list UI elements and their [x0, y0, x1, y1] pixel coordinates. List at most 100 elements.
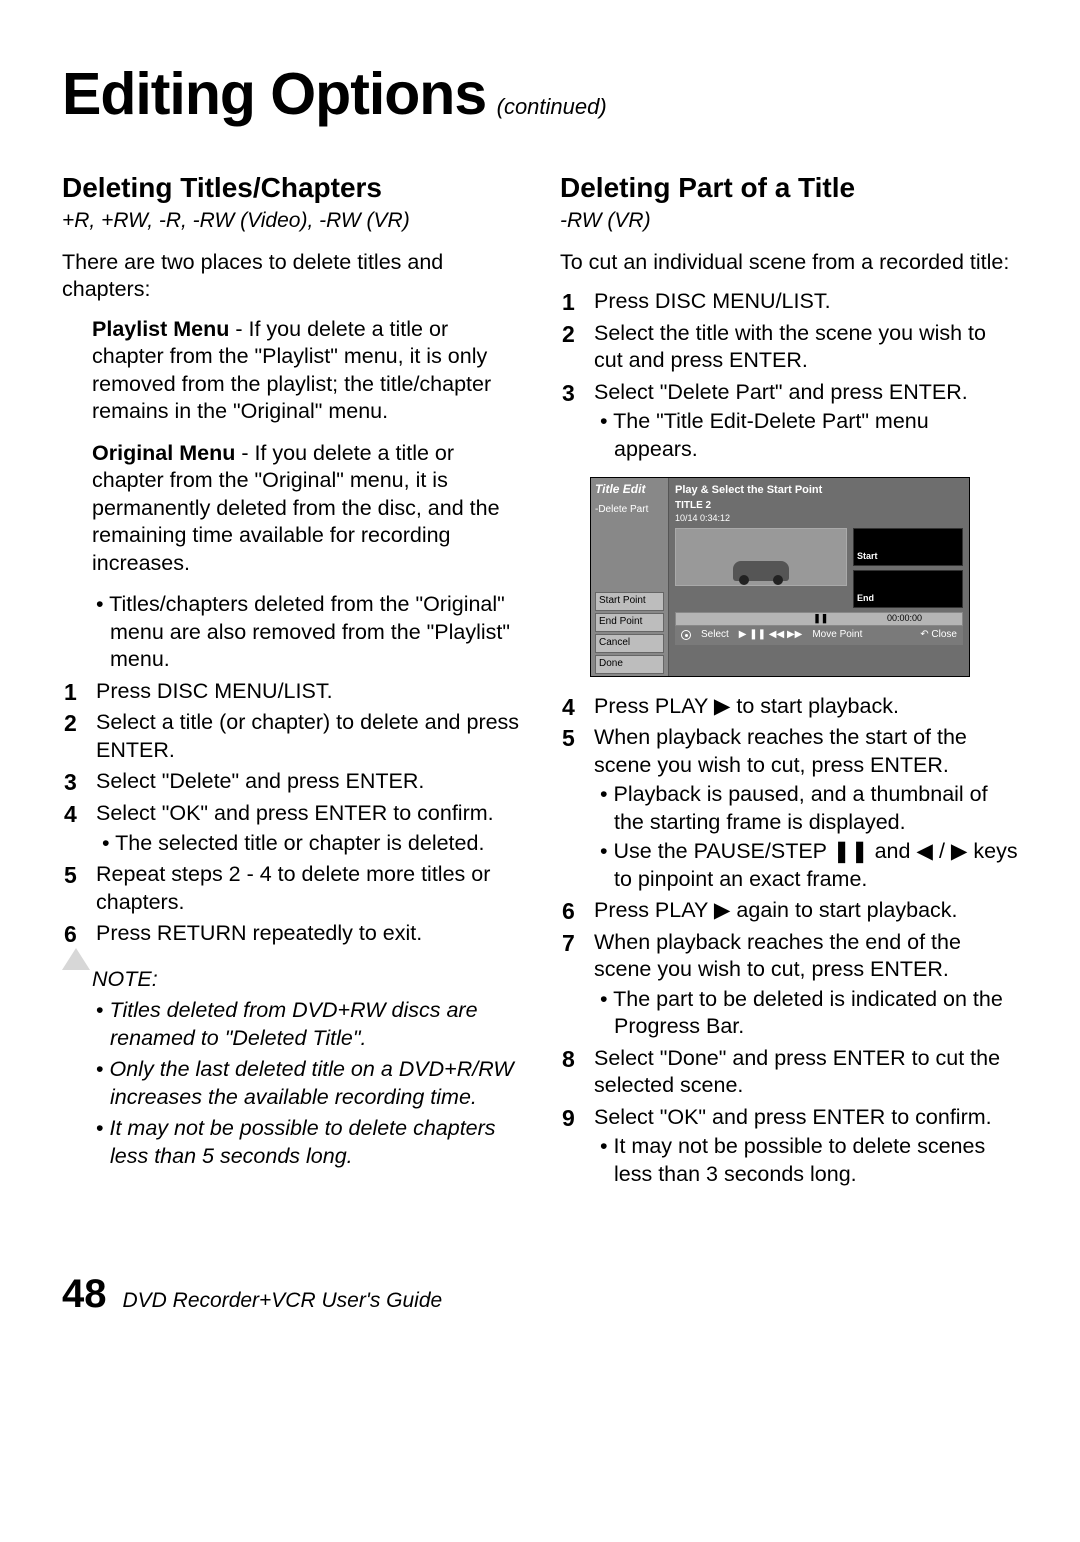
- step-number: 2: [562, 320, 575, 349]
- step-text: Press RETURN repeatedly to exit.: [96, 921, 422, 945]
- step-item: 2Select the title with the scene you wis…: [590, 320, 1018, 375]
- step-number: 6: [562, 897, 575, 926]
- playlist-menu-lead: Playlist Menu: [92, 317, 229, 341]
- step-number: 2: [64, 709, 77, 738]
- ss-sidebar-subtitle: -Delete Part: [591, 502, 668, 523]
- step-text: When playback reaches the end of the sce…: [594, 930, 961, 982]
- ss-footer-select: Select: [701, 629, 729, 642]
- step-item: 6Press PLAY ▶ again to start playback.: [590, 897, 1018, 925]
- original-menu-sub: Titles/chapters deleted from the "Origin…: [62, 591, 520, 674]
- step-item: 6Press RETURN repeatedly to exit.: [92, 920, 520, 948]
- ss-main-panel: Play & Select the Start Point TITLE 2 10…: [669, 478, 969, 675]
- right-column: Deleting Part of a Title -RW (VR) To cut…: [560, 170, 1018, 1192]
- left-steps: 1Press DISC MENU/LIST. 2Select a title (…: [62, 678, 520, 948]
- step-item: 3Select "Delete" and press ENTER.: [92, 768, 520, 796]
- intro-paragraph: There are two places to delete titles an…: [62, 249, 520, 304]
- step-number: 9: [562, 1104, 575, 1133]
- page-title-continued: (continued): [497, 94, 607, 119]
- intro-paragraph: To cut an individual scene from a record…: [560, 249, 1018, 277]
- left-column: Deleting Titles/Chapters +R, +RW, -R, -R…: [62, 170, 520, 1192]
- step-number: 3: [562, 379, 575, 408]
- page-title-row: Editing Options (continued): [62, 60, 1018, 128]
- step-text: Select "OK" and press ENTER to confirm.: [96, 801, 494, 825]
- note-item: It may not be possible to delete chapter…: [110, 1115, 520, 1170]
- step-item: 5When playback reaches the start of the …: [590, 724, 1018, 893]
- step-text: Press DISC MENU/LIST.: [594, 289, 831, 313]
- format-list: +R, +RW, -R, -RW (Video), -RW (VR): [62, 208, 520, 235]
- step-item: 2Select a title (or chapter) to delete a…: [92, 709, 520, 764]
- note-triangle-icon: [62, 948, 90, 970]
- step-item: 1Press DISC MENU/LIST.: [92, 678, 520, 706]
- step-text: Select "Delete Part" and press ENTER.: [594, 380, 968, 404]
- note-item: Only the last deleted title on a DVD+R/R…: [110, 1056, 520, 1111]
- ss-start-point-button[interactable]: Start Point: [595, 592, 664, 611]
- step-item: 4Select "OK" and press ENTER to confirm.…: [92, 800, 520, 857]
- step-item: 8Select "Done" and press ENTER to cut th…: [590, 1045, 1018, 1100]
- note-item: Titles deleted from DVD+RW discs are ren…: [110, 997, 520, 1052]
- guide-name: DVD Recorder+VCR User's Guide: [123, 1289, 443, 1313]
- note-label: NOTE:: [92, 966, 520, 994]
- step-item: 9Select "OK" and press ENTER to confirm.…: [590, 1104, 1018, 1189]
- right-steps-b: 4Press PLAY ▶ to start playback. 5When p…: [560, 693, 1018, 1189]
- format-list: -RW (VR): [560, 208, 1018, 235]
- step-text: Select a title (or chapter) to delete an…: [96, 710, 519, 762]
- step-text: Select "Done" and press ENTER to cut the…: [594, 1046, 1000, 1098]
- step-number: 1: [64, 678, 77, 707]
- step-sub: The part to be deleted is indicated on t…: [594, 986, 1018, 1041]
- ss-footer-controls: ▶ ❚❚ ◀◀ ▶▶: [739, 629, 803, 642]
- step-sub: Playback is paused, and a thumbnail of t…: [594, 781, 1018, 836]
- step-number: 7: [562, 929, 575, 958]
- ss-sidebar-title: Title Edit: [591, 478, 668, 501]
- step-item: 1Press DISC MENU/LIST.: [590, 288, 1018, 316]
- ss-title-meta: 10/14 0:34:12: [675, 513, 963, 525]
- title-edit-screenshot: Title Edit -Delete Part Start Point End …: [590, 477, 1018, 676]
- step-text: Select "Delete" and press ENTER.: [96, 769, 424, 793]
- step-number: 5: [562, 724, 575, 753]
- ss-preview-video: [675, 528, 847, 586]
- step-number: 3: [64, 768, 77, 797]
- ss-start-thumb: Start: [853, 528, 963, 566]
- page-footer: 48 DVD Recorder+VCR User's Guide: [62, 1272, 1018, 1317]
- ss-end-point-button[interactable]: End Point: [595, 613, 664, 632]
- step-item: 4Press PLAY ▶ to start playback.: [590, 693, 1018, 721]
- ss-start-label: Start: [857, 551, 878, 563]
- step-number: 4: [562, 693, 575, 722]
- section-heading: Deleting Titles/Chapters: [62, 170, 520, 206]
- section-heading: Deleting Part of a Title: [560, 170, 1018, 206]
- page-number: 48: [62, 1272, 107, 1317]
- ss-sidebar: Title Edit -Delete Part Start Point End …: [591, 478, 669, 675]
- ss-select-dot-icon: [681, 630, 691, 640]
- original-menu-block: Original Menu - If you delete a title or…: [62, 440, 520, 578]
- note-block: NOTE: Titles deleted from DVD+RW discs a…: [62, 966, 520, 1171]
- step-text: Press DISC MENU/LIST.: [96, 679, 333, 703]
- ss-footer-move: Move Point: [812, 629, 862, 642]
- step-number: 4: [64, 800, 77, 829]
- step-item: 3Select "Delete Part" and press ENTER. T…: [590, 379, 1018, 464]
- playlist-menu-block: Playlist Menu - If you delete a title or…: [62, 316, 520, 426]
- step-sub: Use the PAUSE/STEP ❚❚ and ◀ / ▶ keys to …: [594, 838, 1018, 893]
- ss-footer-close: ↶ Close: [920, 629, 957, 642]
- step-number: 1: [562, 288, 575, 317]
- step-number: 6: [64, 920, 77, 949]
- step-text: Press PLAY ▶ again to start playback.: [594, 898, 958, 922]
- ss-footer: Select ▶ ❚❚ ◀◀ ▶▶ Move Point ↶ Close: [675, 626, 963, 645]
- step-item: 5Repeat steps 2 - 4 to delete more title…: [92, 861, 520, 916]
- ss-end-label: End: [857, 593, 874, 605]
- original-menu-lead: Original Menu: [92, 441, 235, 465]
- ss-done-button[interactable]: Done: [595, 655, 664, 674]
- page-title: Editing Options: [62, 61, 486, 127]
- step-text: Press PLAY ▶ to start playback.: [594, 694, 899, 718]
- step-text: Repeat steps 2 - 4 to delete more titles…: [96, 862, 490, 914]
- step-sub: The selected title or chapter is deleted…: [96, 830, 520, 858]
- step-text: Select the title with the scene you wish…: [594, 321, 986, 373]
- ss-cancel-button[interactable]: Cancel: [595, 634, 664, 653]
- step-text: Select "OK" and press ENTER to confirm.: [594, 1105, 992, 1129]
- ss-title-name: TITLE 2: [675, 500, 963, 513]
- step-number: 8: [562, 1045, 575, 1074]
- ss-main-title: Play & Select the Start Point: [675, 483, 963, 497]
- right-steps-a: 1Press DISC MENU/LIST. 2Select the title…: [560, 288, 1018, 463]
- ss-progress-bar[interactable]: ❚❚ 00:00:00: [675, 612, 963, 626]
- step-sub: It may not be possible to delete scenes …: [594, 1133, 1018, 1188]
- ss-bar-time: 00:00:00: [887, 613, 922, 625]
- step-item: 7When playback reaches the end of the sc…: [590, 929, 1018, 1041]
